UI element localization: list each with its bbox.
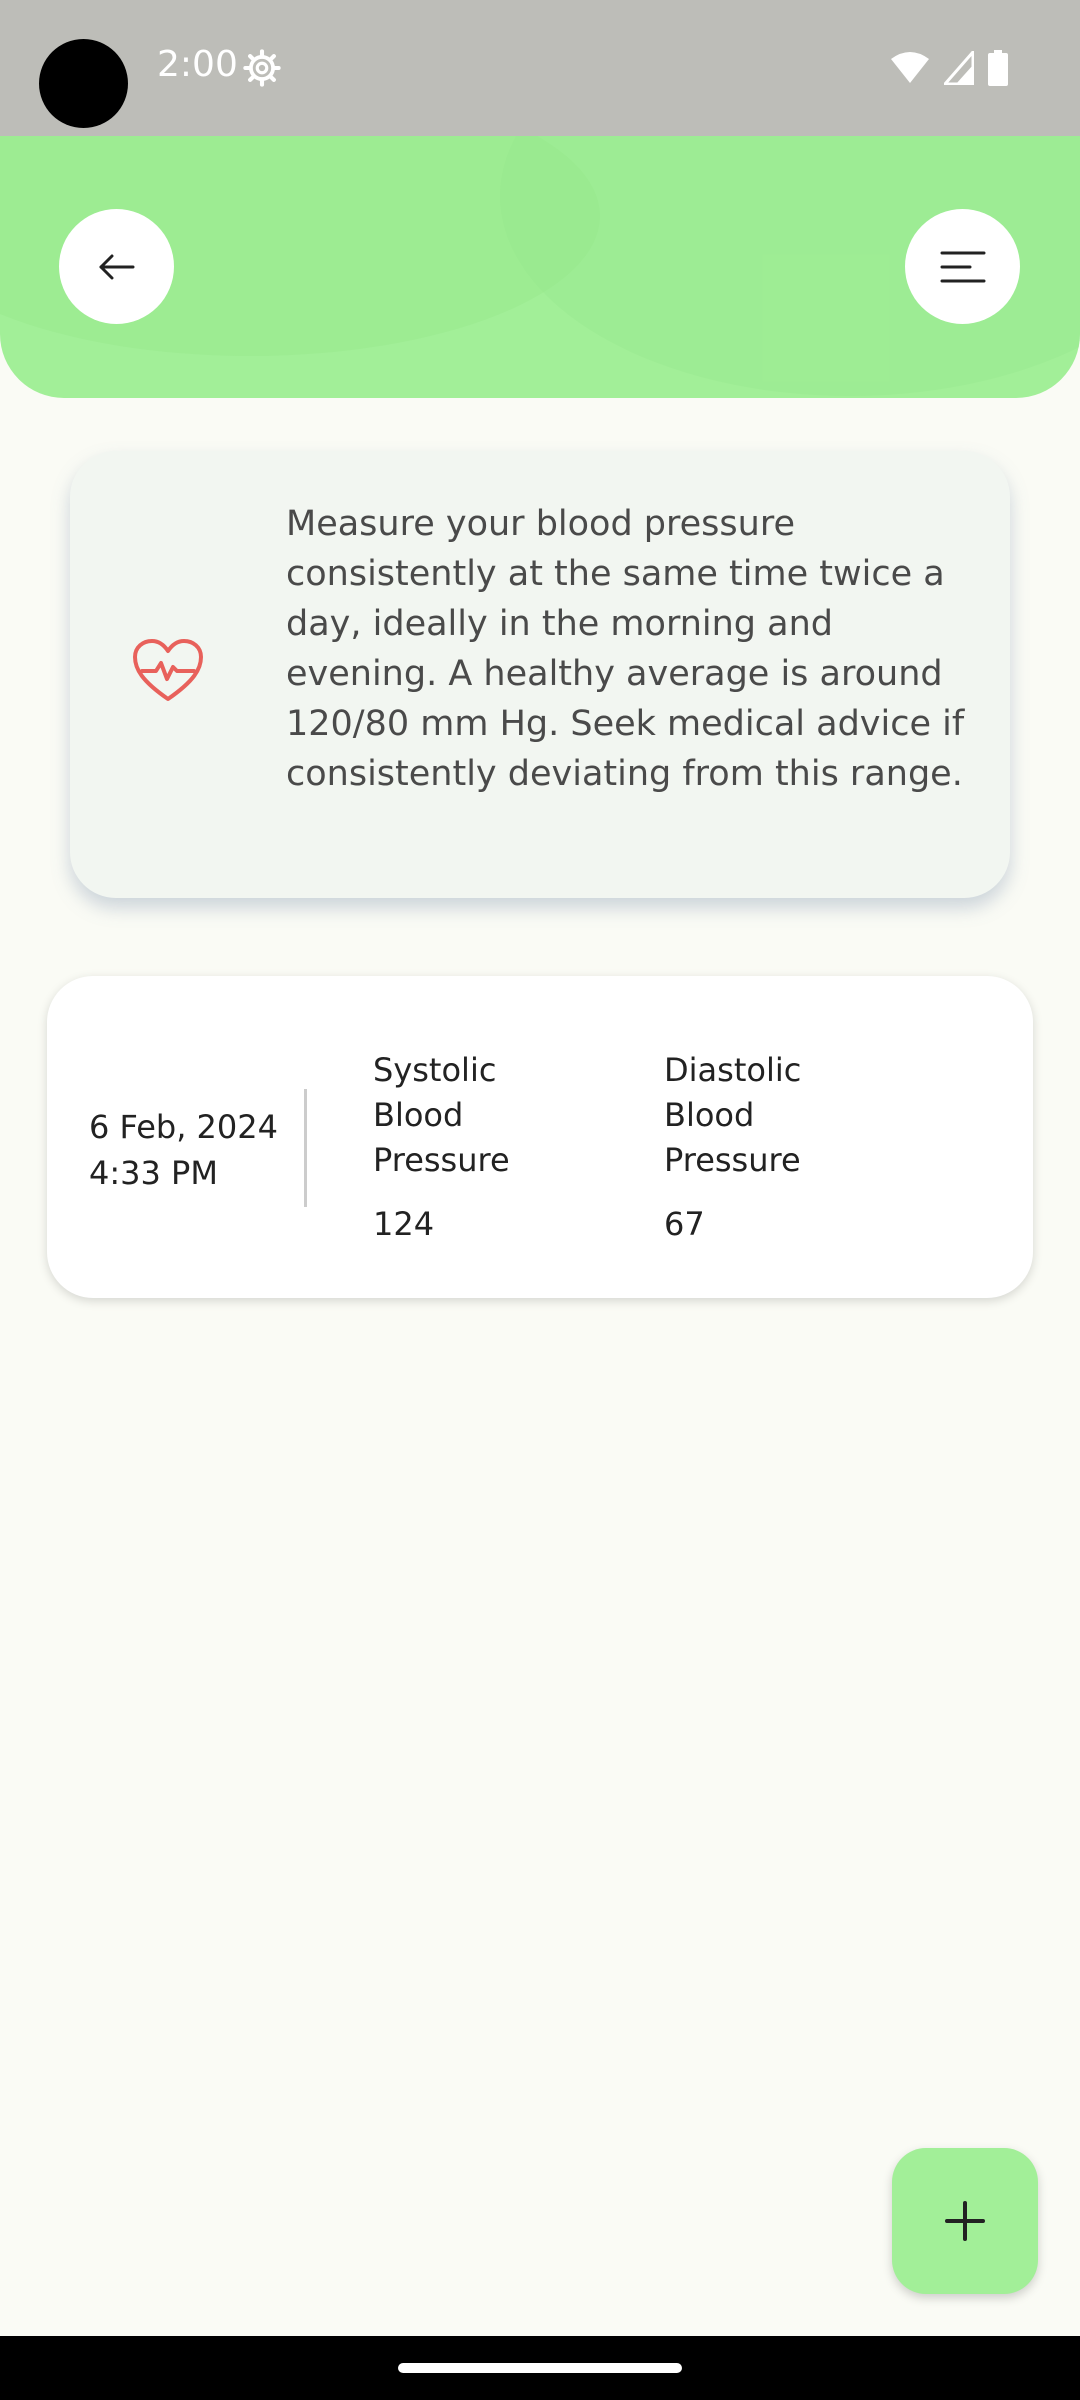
arrow-left-icon: [99, 254, 134, 279]
wifi-icon: [891, 52, 929, 83]
status-time: 2:00: [157, 44, 238, 85]
screen: 2:00 Measure your blood pressure consist…: [0, 0, 1080, 2400]
navigation-bar: [0, 2336, 1080, 2400]
plus-icon: [945, 2201, 985, 2241]
record-time: 4:33 PM: [89, 1154, 218, 1192]
blood-pressure-record-card[interactable]: 6 Feb, 2024 4:33 PM Systolic Blood Press…: [47, 976, 1033, 1298]
home-gesture-handle[interactable]: [398, 2363, 682, 2373]
blood-pressure-tip-card: Measure your blood pressure consistently…: [70, 451, 1010, 898]
systolic-label: Systolic Blood Pressure: [373, 1051, 510, 1179]
record-divider: [304, 1089, 307, 1207]
menu-button[interactable]: [905, 209, 1020, 324]
status-bar: 2:00: [0, 0, 1080, 136]
status-icons: [890, 50, 1008, 86]
diastolic-column: Diastolic Blood Pressure 67: [664, 1048, 884, 1243]
cellular-signal-icon: [944, 51, 974, 85]
settings-gear-icon: [243, 49, 281, 87]
battery-icon: [988, 50, 1008, 86]
tip-text: Measure your blood pressure consistently…: [286, 504, 965, 794]
diastolic-value: 67: [664, 1205, 705, 1243]
record-datetime: 6 Feb, 2024 4:33 PM: [89, 1104, 278, 1196]
heart-pulse-icon: [133, 639, 203, 701]
record-date: 6 Feb, 2024: [89, 1108, 278, 1146]
systolic-value: 124: [373, 1205, 435, 1243]
diastolic-label: Diastolic Blood Pressure: [664, 1051, 802, 1179]
add-record-button[interactable]: [892, 2148, 1038, 2294]
camera-cutout: [39, 39, 128, 128]
back-button[interactable]: [59, 209, 174, 324]
menu-lines-icon: [940, 251, 985, 282]
systolic-column: Systolic Blood Pressure 124: [373, 1048, 593, 1243]
